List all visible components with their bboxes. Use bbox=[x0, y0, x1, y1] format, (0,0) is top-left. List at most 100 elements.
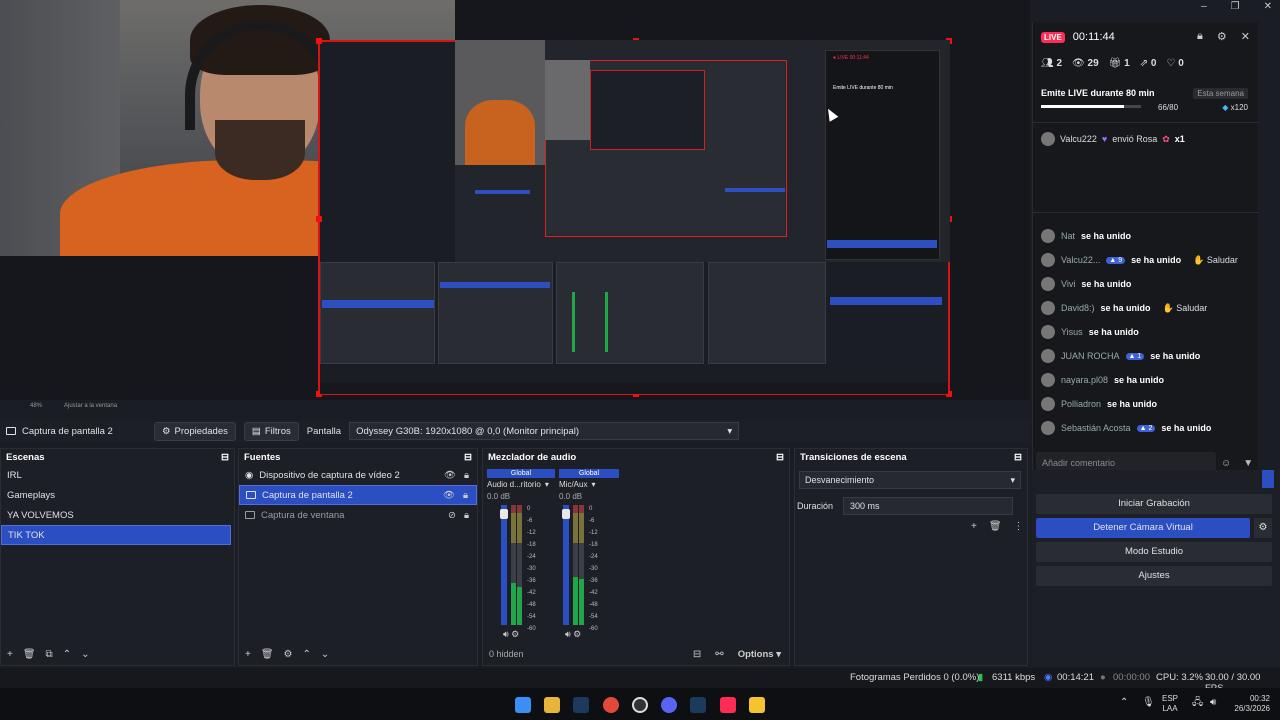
eye-icon[interactable]: 👁︎ bbox=[444, 470, 456, 481]
lock-icon[interactable]: 🔒︎ bbox=[463, 490, 468, 501]
close-icon[interactable]: ✕ bbox=[1241, 30, 1250, 43]
steam-icon[interactable] bbox=[573, 697, 589, 713]
avatar bbox=[1041, 325, 1055, 339]
dock-menu-icon[interactable]: ⊟ bbox=[1014, 452, 1022, 463]
level-badge: ▲ 9 bbox=[1106, 256, 1126, 264]
mute-icon[interactable]: 🔊︎ ⚙ bbox=[565, 629, 581, 640]
settings-button[interactable]: Ajustes bbox=[1036, 566, 1272, 586]
network-icon[interactable]: 🖧︎ bbox=[1192, 698, 1203, 708]
volume-fader[interactable] bbox=[501, 505, 507, 625]
stream-icon: ◉ bbox=[1044, 672, 1053, 683]
mute-icon[interactable]: 🔊︎ ⚙ bbox=[503, 629, 519, 640]
level-meter bbox=[573, 505, 578, 625]
level-meter bbox=[517, 505, 522, 625]
scene-item[interactable]: IRL bbox=[1, 465, 234, 485]
add-icon[interactable]: + bbox=[245, 649, 251, 660]
minimize-button[interactable]: – bbox=[1201, 1, 1207, 12]
source-item-selected[interactable]: Captura de pantalla 2 👁︎ 🔒︎ bbox=[239, 485, 477, 505]
virtual-camera-button[interactable]: Detener Cámara Virtual bbox=[1036, 518, 1250, 538]
db-tick: -54 bbox=[527, 614, 536, 620]
greet-button[interactable]: ✋ Saludar bbox=[1193, 255, 1238, 266]
clock[interactable]: 00:32 26/3/2026 bbox=[1228, 694, 1270, 714]
trash-icon[interactable]: 🗑︎ bbox=[989, 521, 1002, 532]
fader-knob[interactable] bbox=[562, 509, 570, 519]
fit-window-label[interactable]: Ajustar a la ventana bbox=[64, 403, 117, 409]
tiktok-live-icon[interactable] bbox=[720, 697, 736, 713]
arrow-down-icon[interactable]: ⌄ bbox=[321, 649, 329, 660]
db-tick: -6 bbox=[527, 518, 533, 524]
add-icon[interactable]: + bbox=[7, 649, 13, 660]
db-tick: -48 bbox=[589, 602, 598, 608]
lock-icon[interactable]: 🔒︎ bbox=[464, 510, 469, 521]
scene-item[interactable]: Gameplays bbox=[1, 485, 234, 505]
gear-icon[interactable]: ⚙ bbox=[284, 649, 293, 660]
dock-menu-icon[interactable]: ⊟ bbox=[776, 452, 784, 463]
eye-hidden-icon[interactable]: ⊘ bbox=[448, 510, 456, 521]
chevron-down-icon[interactable]: ▾ bbox=[545, 480, 549, 489]
scene-item[interactable]: YA VOLVEMOS bbox=[1, 505, 234, 525]
people-icon: 👥︎ 2 bbox=[1041, 58, 1063, 69]
db-tick: -24 bbox=[589, 554, 598, 560]
maximize-button[interactable]: ❐ bbox=[1231, 1, 1240, 12]
scene-item[interactable]: TIK TOK bbox=[1, 525, 231, 545]
file-explorer-icon[interactable] bbox=[544, 697, 560, 713]
gear-icon[interactable]: ⚙ bbox=[1254, 518, 1272, 538]
trash-icon[interactable]: 🗑︎ bbox=[23, 649, 36, 660]
properties-button[interactable]: ⚙ Propiedades bbox=[154, 421, 236, 441]
lock-icon[interactable]: 🔒︎ bbox=[1197, 30, 1203, 43]
close-window-button[interactable]: ✕ bbox=[1264, 1, 1272, 12]
arrow-up-icon[interactable]: ⌃ bbox=[303, 649, 311, 660]
app-icon[interactable] bbox=[749, 697, 765, 713]
source-item[interactable]: ◉ Dispositivo de captura de vídeo 2 👁︎ 🔒︎ bbox=[239, 465, 477, 485]
chat-user: nayara.pl08 bbox=[1061, 375, 1109, 385]
mic-icon[interactable]: 🎙︎ bbox=[1142, 698, 1155, 708]
start-recording-button[interactable]: Iniciar Grabación bbox=[1036, 494, 1272, 514]
windows-start-icon[interactable] bbox=[515, 697, 531, 713]
stream-button-edge[interactable] bbox=[1262, 470, 1274, 488]
live-badge: LIVE bbox=[1041, 31, 1065, 43]
gift-user: Valcu222 bbox=[1060, 134, 1097, 144]
arrow-down-icon[interactable]: ⌄ bbox=[81, 649, 89, 660]
arrow-up-icon[interactable]: ⌃ bbox=[63, 649, 71, 660]
language-indicator[interactable]: ESP LAA bbox=[1162, 694, 1178, 714]
display-select[interactable]: Odyssey G30B: 1920x1080 @ 0,0 (Monitor p… bbox=[349, 422, 740, 440]
dock-menu-icon[interactable]: ⊟ bbox=[464, 452, 472, 463]
emoji-icon[interactable]: ☺ bbox=[1221, 458, 1231, 469]
eye-icon[interactable]: 👁︎ bbox=[443, 490, 455, 501]
add-icon[interactable]: + bbox=[971, 521, 977, 532]
rose-icon: ✿ bbox=[1162, 133, 1170, 144]
settings-gear-icon[interactable]: ⚙ bbox=[1217, 30, 1227, 43]
preview-canvas[interactable]: ● LIVE 00:11:44 Emite LIVE durante 80 mi… bbox=[0, 0, 1030, 409]
options-button[interactable]: Options ▾ bbox=[738, 649, 781, 660]
discord-icon[interactable] bbox=[661, 697, 677, 713]
lock-icon[interactable]: 🔒︎ bbox=[464, 470, 469, 481]
dock-menu-icon[interactable]: ⊟ bbox=[221, 452, 229, 463]
studio-mode-button[interactable]: Modo Estudio bbox=[1036, 542, 1272, 562]
filter-icon[interactable]: ⧉ bbox=[46, 649, 53, 660]
chat-text: se ha unido bbox=[1081, 231, 1132, 241]
filters-button[interactable]: ▤ Filtros bbox=[243, 421, 299, 441]
volume-icon[interactable]: 🔊︎ bbox=[1210, 698, 1216, 708]
source-item[interactable]: Captura de ventana ⊘ 🔒︎ bbox=[239, 505, 477, 525]
fader-knob[interactable] bbox=[500, 509, 508, 519]
chat-text: se ha unido bbox=[1161, 423, 1212, 433]
chevron-up-icon[interactable]: ⌃ bbox=[1120, 698, 1128, 708]
transition-select[interactable]: Desvanecimiento ▾ bbox=[799, 471, 1021, 489]
chrome-icon[interactable] bbox=[603, 697, 619, 713]
volume-fader[interactable] bbox=[563, 505, 569, 625]
trash-icon[interactable]: 🗑︎ bbox=[261, 649, 274, 660]
layout-icon[interactable]: ⊟ bbox=[693, 649, 701, 660]
db-tick: -42 bbox=[589, 590, 598, 596]
greet-button[interactable]: ✋ Saludar bbox=[1163, 303, 1208, 314]
chat-row: Yisus se ha unido bbox=[1041, 320, 1256, 344]
more-icon[interactable]: ⋮ bbox=[1014, 521, 1024, 532]
duration-input[interactable]: 300 ms bbox=[843, 497, 1014, 515]
level-meter bbox=[579, 505, 584, 625]
properties-bar: Captura de pantalla 2 ⚙ Propiedades ▤ Filt… bbox=[0, 420, 1030, 442]
chevron-down-icon[interactable]: ▾ bbox=[591, 480, 595, 489]
link-icon[interactable]: ⚯ bbox=[715, 649, 723, 660]
obs-icon[interactable] bbox=[632, 697, 648, 713]
filter-icon[interactable]: ▼ bbox=[1243, 458, 1253, 469]
steam-icon[interactable] bbox=[690, 697, 706, 713]
filter-icon: ▤ bbox=[251, 425, 261, 437]
